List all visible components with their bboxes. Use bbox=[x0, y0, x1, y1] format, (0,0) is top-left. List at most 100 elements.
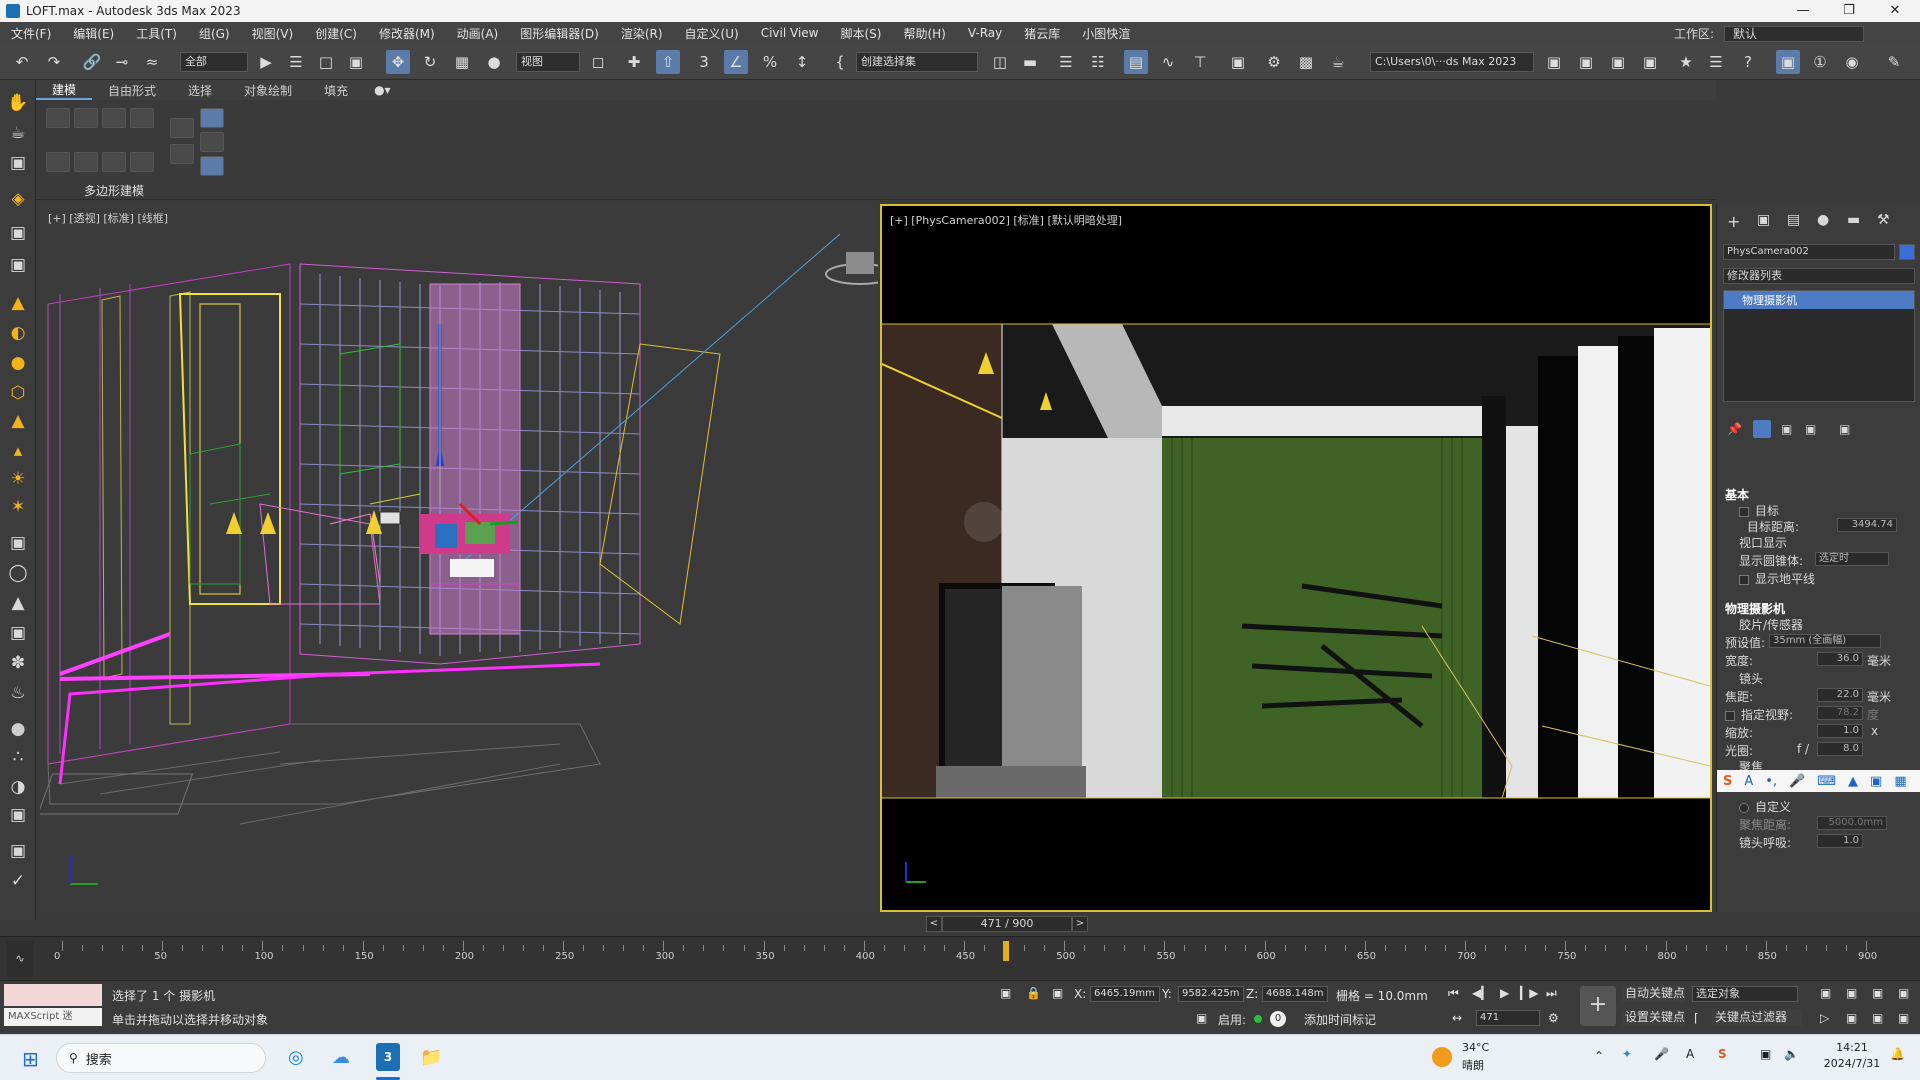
menu-create[interactable]: 创建(C) bbox=[304, 25, 368, 42]
grass-icon[interactable]: ✽ bbox=[4, 650, 32, 676]
add-time-tag[interactable]: 添加时间标记 bbox=[1304, 1011, 1376, 1028]
menu-file[interactable]: 文件(F) bbox=[0, 25, 62, 42]
ribbon-button-6[interactable] bbox=[74, 152, 98, 172]
spinner-snap-icon[interactable]: ↕ bbox=[790, 50, 814, 74]
timeline-playhead[interactable] bbox=[1003, 941, 1010, 961]
width-field[interactable]: 36.0 bbox=[1817, 652, 1863, 666]
box-icon[interactable]: ▣ bbox=[4, 150, 32, 176]
zoom-extents-icon[interactable]: ▣ bbox=[1820, 986, 1831, 1000]
project-path-dropdown[interactable]: C:\Users\0\···ds Max 2023 bbox=[1370, 52, 1534, 72]
ambient-light-icon[interactable]: ▴ bbox=[4, 438, 32, 464]
keyboard-shortcut-toggle-icon[interactable]: ⇧ bbox=[656, 50, 680, 74]
mesh-light-icon[interactable]: ⬡ bbox=[4, 380, 32, 406]
percent-snap-icon[interactable]: % bbox=[758, 50, 782, 74]
selected-object-dropdown[interactable]: 选定对象 bbox=[1692, 986, 1798, 1002]
auto-key-button[interactable]: 自动关键点 bbox=[1622, 986, 1686, 1002]
project-folder-icon[interactable]: ▣ bbox=[1542, 50, 1566, 74]
remove-modifier-icon[interactable]: ▣ bbox=[1805, 422, 1816, 436]
select-by-name-icon[interactable]: ☰ bbox=[284, 50, 308, 74]
shape-icon[interactable]: ◈ bbox=[4, 186, 32, 212]
mirror-icon[interactable]: ◫ bbox=[988, 50, 1012, 74]
network-icon[interactable]: ▣ bbox=[1760, 1047, 1771, 1061]
z-coord-field[interactable]: 4688.148m bbox=[1262, 986, 1328, 1002]
menu-scripting[interactable]: 脚本(S) bbox=[829, 25, 892, 42]
render-icon[interactable]: ▣ bbox=[4, 802, 32, 828]
sync-icon[interactable]: ▣ bbox=[1638, 50, 1662, 74]
orbit-icon[interactable]: ▣ bbox=[1846, 1011, 1857, 1025]
current-frame-field[interactable]: 471 bbox=[1476, 1010, 1540, 1026]
sphere-light-icon[interactable]: ● bbox=[4, 350, 32, 376]
align-icon[interactable]: ▬ bbox=[1018, 50, 1042, 74]
set-key-big-icon[interactable]: + bbox=[1580, 986, 1616, 1026]
ime-game-icon[interactable]: ▣ bbox=[1870, 774, 1882, 789]
workspace-tool-icon[interactable]: ✎ bbox=[1882, 50, 1906, 74]
mini-curve-editor-icon[interactable]: ∿ bbox=[6, 941, 34, 977]
aperture-field[interactable]: 8.0 bbox=[1817, 742, 1863, 756]
3dsmax-taskbar-icon[interactable]: 3 bbox=[376, 1043, 400, 1071]
maximize-icon[interactable]: ❐ bbox=[1826, 0, 1872, 22]
next-frame-slider-icon[interactable]: > bbox=[1072, 916, 1088, 932]
notification-bell-icon[interactable]: 🔔 bbox=[1890, 1047, 1905, 1061]
zoom-all-icon[interactable]: ▣ bbox=[1846, 986, 1857, 1000]
schematic-view-icon[interactable]: ⊤ bbox=[1188, 50, 1212, 74]
target-distance-field[interactable]: 3494.74 bbox=[1837, 518, 1897, 532]
frame-buffer-icon[interactable]: ▣ bbox=[4, 838, 32, 864]
material-ball-icon[interactable]: ◑ bbox=[4, 774, 32, 800]
ribbon-button-11[interactable] bbox=[200, 108, 224, 128]
ribbon-button-12[interactable] bbox=[200, 132, 224, 152]
menu-graph-editors[interactable]: 图形编辑器(D) bbox=[509, 25, 610, 42]
bind-spacewarp-icon[interactable]: ≈ bbox=[140, 50, 164, 74]
rect-selection-icon[interactable]: □ bbox=[314, 50, 338, 74]
save-icon[interactable]: ▣ bbox=[1776, 50, 1800, 74]
camera-icon[interactable]: ▣ bbox=[4, 220, 32, 246]
target-checkbox[interactable]: 目标 bbox=[1739, 502, 1779, 519]
redo-icon[interactable]: ↷ bbox=[42, 50, 66, 74]
ribbon-options-icon[interactable]: ●▾ bbox=[374, 83, 391, 97]
video-camera-icon[interactable]: ▣ bbox=[4, 252, 32, 278]
file-explorer-icon[interactable]: 📁 bbox=[420, 1047, 442, 1068]
tray-chevron-icon[interactable]: ⌃ bbox=[1594, 1049, 1604, 1063]
ime-mode-icon[interactable]: A bbox=[1744, 774, 1753, 789]
play-icon[interactable]: ▶ bbox=[1500, 986, 1509, 1000]
hand-icon[interactable]: ✋ bbox=[4, 90, 32, 116]
select-move-icon[interactable]: ✥ bbox=[386, 50, 410, 74]
menu-civil-view[interactable]: Civil View bbox=[750, 26, 830, 40]
select-object-icon[interactable]: ▶ bbox=[254, 50, 278, 74]
menu-tools[interactable]: 工具(T) bbox=[125, 25, 188, 42]
maxscript-mini-listener[interactable]: MAXScript 迷 bbox=[4, 1008, 102, 1026]
tray-app-icon[interactable]: ✦ bbox=[1622, 1047, 1632, 1061]
viewport-label-camera[interactable]: [+] [PhysCamera002] [标准] [默认明暗处理] bbox=[890, 212, 1122, 228]
stack-item-physical-camera[interactable]: 物理摄影机 bbox=[1724, 291, 1914, 309]
menu-group[interactable]: 组(G) bbox=[188, 25, 241, 42]
viewport-perspective[interactable]: [+] [透视] [标准] [线框] bbox=[40, 204, 878, 912]
sogou-logo-icon[interactable]: S bbox=[1723, 774, 1732, 789]
window-crossing-icon[interactable]: ▣ bbox=[344, 50, 368, 74]
time-slider[interactable]: 471 / 900 bbox=[942, 916, 1072, 932]
select-rotate-icon[interactable]: ↻ bbox=[418, 50, 442, 74]
set-key-button[interactable]: 设置关键点 bbox=[1622, 1010, 1686, 1026]
ribbon-button-4[interactable] bbox=[130, 108, 154, 128]
ribbon-button-1[interactable] bbox=[46, 108, 70, 128]
snaps-toggle-icon[interactable]: 3 bbox=[692, 50, 716, 74]
prev-frame-slider-icon[interactable]: < bbox=[926, 916, 942, 932]
select-scale-icon[interactable]: ▦ bbox=[450, 50, 474, 74]
dolly-icon[interactable]: ▣ bbox=[1872, 1011, 1883, 1025]
specify-fov-checkbox[interactable]: 指定视野: bbox=[1725, 706, 1793, 723]
reference-coord-dropdown[interactable]: 视图 bbox=[516, 52, 580, 72]
truck-icon[interactable]: ▣ bbox=[1898, 986, 1909, 1000]
selection-lock-icon[interactable]: 🔒 bbox=[1026, 986, 1041, 1000]
adaptive-degradation-icon[interactable]: ▣ bbox=[1196, 1011, 1207, 1025]
track-bar[interactable]: ∿ 0 50 100 150 200 250 300 350 400 450 500 550 600 65… bbox=[0, 936, 1920, 980]
fire-icon[interactable]: ♨ bbox=[4, 680, 32, 706]
tab-object-paint[interactable]: 对象绘制 bbox=[228, 82, 308, 99]
viewport-layout-icon[interactable]: ◉ bbox=[1840, 50, 1864, 74]
material-editor-icon[interactable]: ▣ bbox=[1226, 50, 1250, 74]
tab-modeling[interactable]: 建模 bbox=[36, 81, 93, 100]
notes-icon[interactable]: ☰ bbox=[1704, 50, 1728, 74]
key-filters-button[interactable]: 关键点过滤器 bbox=[1712, 1010, 1802, 1026]
ribbon-button-3[interactable] bbox=[102, 108, 126, 128]
particles-icon[interactable]: ∴ bbox=[4, 744, 32, 770]
workspace-dropdown[interactable]: 默认 bbox=[1724, 25, 1864, 42]
time-config-icon[interactable]: ⚙ bbox=[1548, 1011, 1559, 1025]
ribbon-button-7[interactable] bbox=[102, 152, 126, 172]
